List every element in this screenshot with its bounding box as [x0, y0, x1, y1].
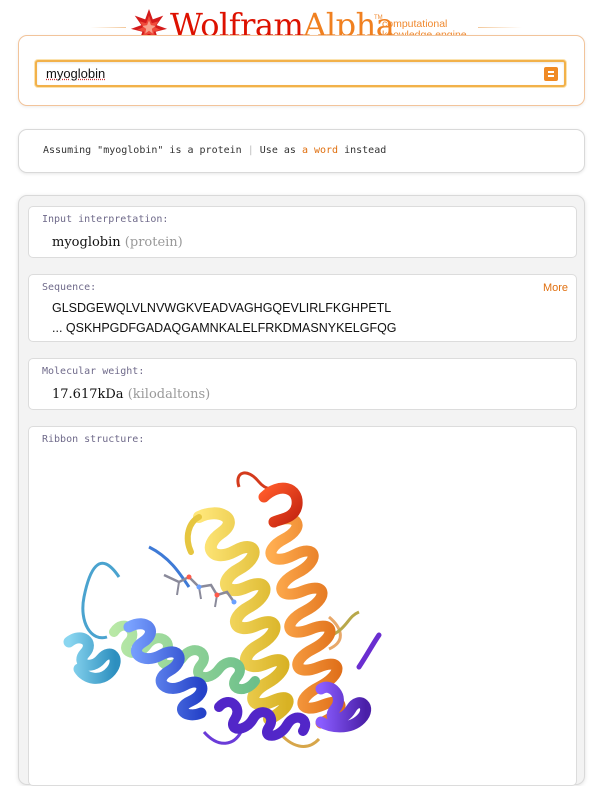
- ribbon-structure-image[interactable]: [29, 427, 578, 772]
- assumption-text: Assuming "myoglobin" is a protein | Use …: [43, 144, 386, 158]
- pod-title: Molecular weight:: [42, 366, 145, 377]
- sequence-ellipsis: ...: [52, 321, 63, 335]
- header-divider-left: [90, 27, 126, 28]
- pod-molecular-weight: Molecular weight: 17.617kDa (kilodaltons…: [28, 358, 577, 410]
- molecular-weight-unit-name: (kilodaltons): [127, 387, 211, 402]
- pod-ribbon-structure: Ribbon structure:: [28, 426, 577, 786]
- equals-submit-button[interactable]: [544, 67, 558, 81]
- search-query-text[interactable]: myoglobin: [46, 66, 105, 82]
- assumption-use-as: Use as: [259, 145, 296, 156]
- assumption-panel: Assuming "myoglobin" is a protein | Use …: [18, 129, 585, 173]
- assumption-suffix: instead: [344, 145, 387, 156]
- interpretation-qualifier: (protein): [124, 235, 183, 250]
- search-input[interactable]: myoglobin: [35, 60, 566, 87]
- assumption-prefix: Assuming "myoglobin" is a protein: [43, 145, 242, 156]
- molecular-weight-number: 17.617: [52, 387, 98, 402]
- sequence-more-link[interactable]: More: [543, 282, 568, 294]
- assumption-separator: |: [247, 145, 254, 156]
- pod-title: Input interpretation:: [42, 214, 169, 225]
- header-divider-right: [478, 27, 522, 28]
- search-panel: myoglobin: [18, 35, 585, 106]
- interpretation-value: myoglobin (protein): [52, 235, 183, 251]
- use-as-word-link[interactable]: a word: [302, 145, 338, 156]
- pod-title: Sequence:: [42, 282, 97, 293]
- molecular-weight-unit: kDa: [97, 387, 124, 402]
- interpretation-term: myoglobin: [52, 235, 121, 250]
- molecular-weight-value: 17.617kDa (kilodaltons): [52, 387, 210, 403]
- sequence-line-2: ... QSKHPGDFGADAQGAMNKALELFRKDMASNYKELGF…: [52, 321, 397, 336]
- pod-sequence: Sequence: More GLSDGEWQLVLNVWGKVEADVAGHG…: [28, 274, 577, 342]
- sequence-line-2-text: QSKHPGDFGADAQGAMNKALELFRKDMASNYKELGFQG: [65, 321, 397, 335]
- helix-cyan: [63, 632, 121, 684]
- pod-input-interpretation: Input interpretation: myoglobin (protein…: [28, 206, 577, 258]
- sequence-line-1: GLSDGEWQLVLNVWGKVEADVAGHGQEVLIRLFKGHPETL: [52, 301, 392, 315]
